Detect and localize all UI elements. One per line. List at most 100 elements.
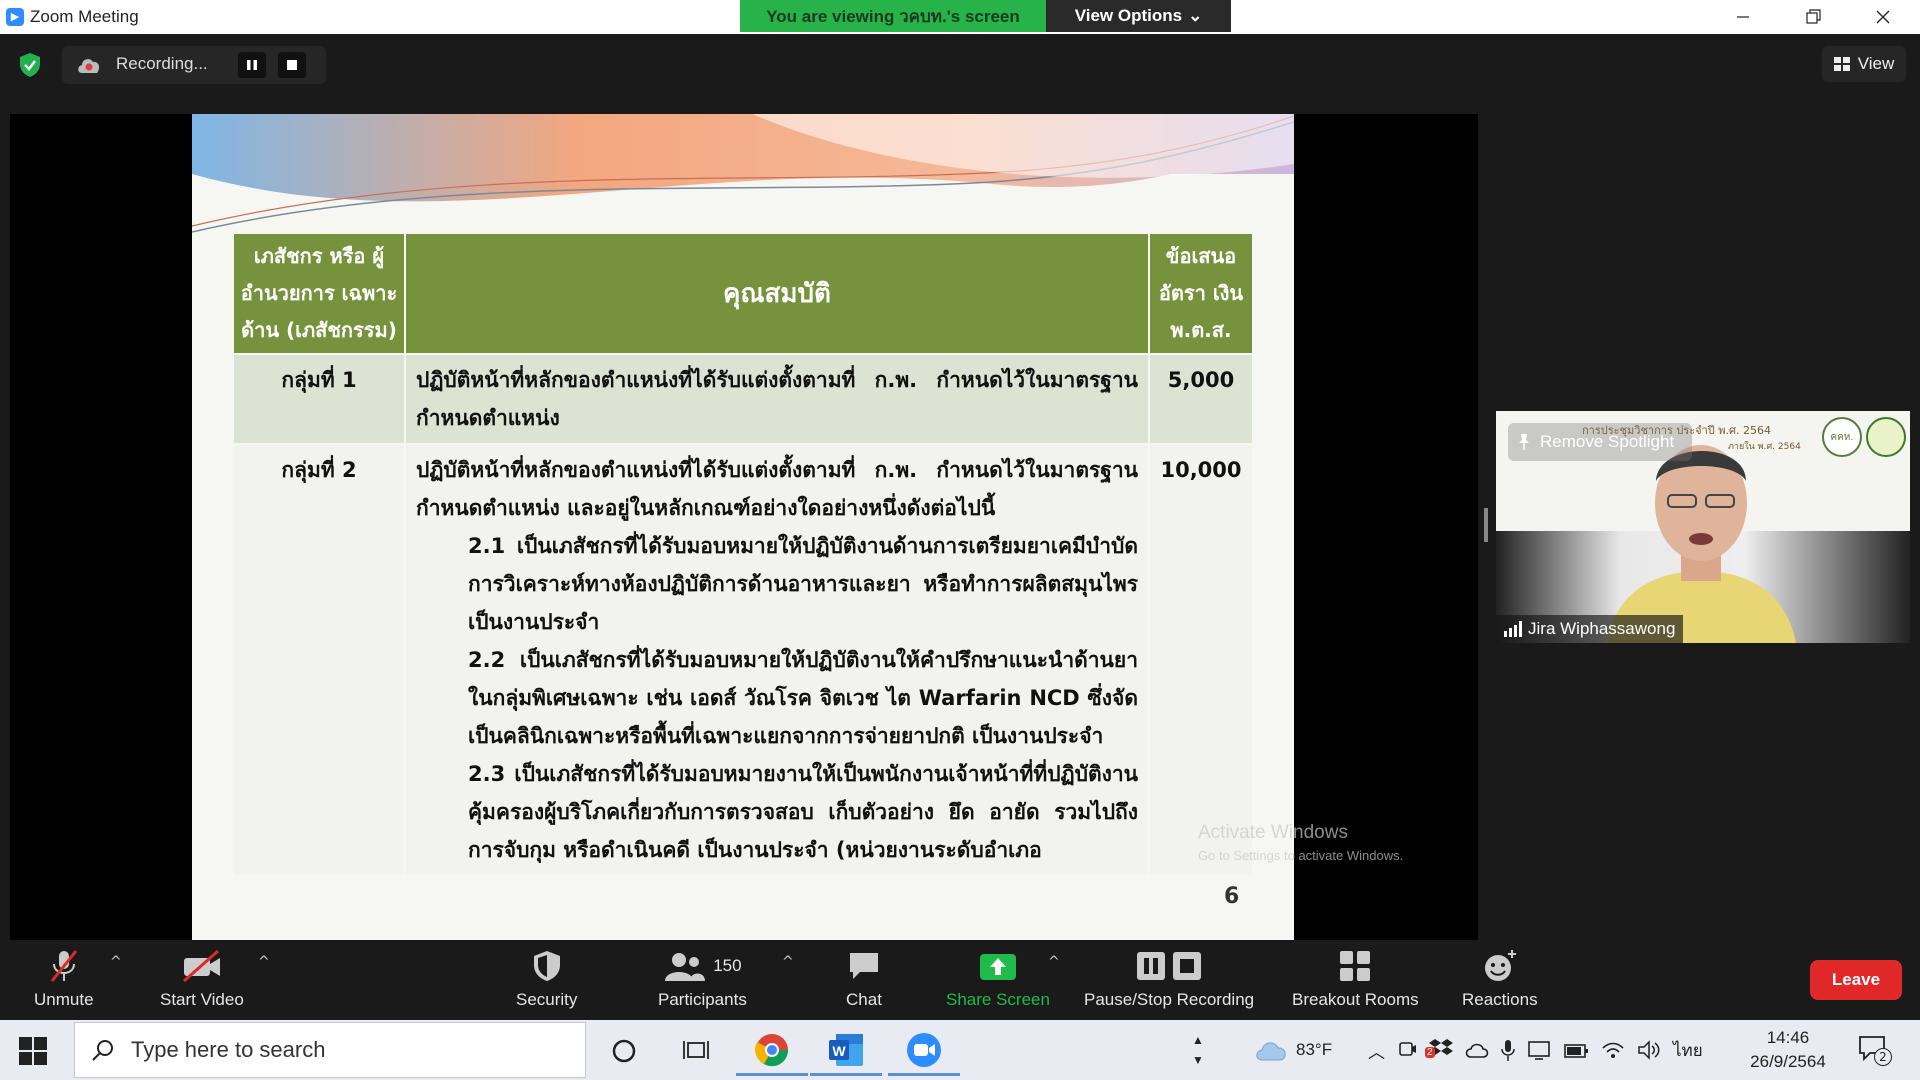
windows-taskbar: Type here to search W ▲ ▼ 83°F ︿ 2 ไทย 1… (0, 1020, 1920, 1080)
windows-start-icon[interactable] (18, 1036, 48, 1066)
shared-screen: เภสัชกร หรือ ผู้อำนวยการ เฉพาะด้าน (เภสั… (10, 114, 1478, 940)
view-label: View (1857, 54, 1895, 73)
encryption-shield-icon[interactable] (18, 52, 42, 78)
grid-view-icon (1833, 57, 1850, 71)
recording-label: Recording... (116, 54, 208, 73)
wifi-icon[interactable] (1601, 1040, 1625, 1060)
video-off-icon (182, 949, 220, 983)
close-button[interactable] (1848, 0, 1918, 34)
minimize-button[interactable] (1708, 0, 1778, 34)
leave-button[interactable]: Leave (1810, 960, 1902, 1000)
description-text: ปฏิบัติหน้าที่หลักของตำแหน่งที่ได้รับแต่… (416, 458, 1138, 520)
meeting-top-bar: Recording... View (0, 34, 1920, 114)
share-screen-button[interactable]: Share Screen (946, 948, 1050, 1018)
qualification-table: เภสัชกร หรือ ผู้อำนวยการ เฉพาะด้าน (เภสั… (232, 232, 1254, 877)
start-video-button[interactable]: Start Video (160, 948, 244, 1018)
meeting-toolbar: Unmute ^ Start Video ^ Security 150 Part… (0, 940, 1920, 1020)
share-options-caret[interactable]: ^ (1048, 954, 1060, 970)
participants-button[interactable]: 150 Participants (658, 948, 747, 1018)
group-cell: กลุ่มที่ 2 (232, 443, 406, 877)
rate-cell: 10,000 (1148, 443, 1254, 877)
temperature: 83°F (1296, 1040, 1333, 1059)
participant-name: Jira Wiphassawong (1528, 619, 1676, 638)
display-settings-icon[interactable] (1527, 1039, 1551, 1061)
close-icon (1876, 10, 1890, 24)
participant-video-tile[interactable]: การประชุมวิชาการ ประจำปี พ.ศ. 2564 ภายใน… (1496, 411, 1910, 643)
cortana-button[interactable] (588, 1026, 660, 1076)
recording-indicator: Recording... (62, 46, 326, 84)
word-icon: W (829, 1033, 863, 1066)
chevron-up-icon[interactable]: ︿ (1368, 1038, 1385, 1063)
action-center-button[interactable]: 2 (1858, 1034, 1892, 1066)
view-options-button[interactable]: View Options ⌄ (1046, 0, 1231, 32)
participant-name-tag: Jira Wiphassawong (1496, 615, 1684, 643)
header-rate: ข้อเสนอ อัตรา เงิน พ.ต.ส. (1148, 232, 1254, 355)
participants-options-caret[interactable]: ^ (782, 954, 794, 970)
watermark-title: Activate Windows (1198, 822, 1348, 843)
presentation-slide: เภสัชกร หรือ ผู้อำนวยการ เฉพาะด้าน (เภสั… (192, 114, 1294, 940)
viewing-banner: You are viewing วคบท.'s screen (740, 0, 1046, 32)
seal-logo (1866, 417, 1906, 457)
taskbar-clock[interactable]: 14:46 26/9/2564 (1740, 1026, 1836, 1074)
tray-scroll-arrows[interactable]: ▲ ▼ (1192, 1020, 1204, 1080)
stop-recording-button[interactable] (278, 52, 306, 78)
window-title: Zoom Meeting (30, 7, 139, 26)
remove-spotlight-label: Remove Spotlight (1540, 432, 1675, 451)
security-shield-icon (533, 951, 560, 981)
pause-stop-recording-button[interactable]: Pause/Stop Recording (1084, 948, 1254, 1018)
breakout-rooms-button[interactable]: Breakout Rooms (1292, 948, 1419, 1018)
dropbox-app[interactable]: 2 (1425, 1037, 1453, 1064)
weather-widget[interactable]: 83°F (1254, 1020, 1332, 1080)
onedrive-cloud-icon[interactable] (1465, 1041, 1489, 1059)
video-options-caret[interactable]: ^ (258, 954, 270, 970)
input-language[interactable]: ไทย (1673, 1037, 1703, 1064)
zoom-app-icon (907, 1032, 941, 1067)
chrome-taskbar-app[interactable] (736, 1026, 808, 1076)
sub-item: 2.2 เป็นเภสัชกรที่ได้รับมอบหมายให้ปฏิบัต… (468, 648, 1138, 748)
reactions-button[interactable]: Reactions (1462, 948, 1538, 1018)
participant-count: 150 (713, 956, 742, 975)
description-cell: ปฏิบัติหน้าที่หลักของตำแหน่งที่ได้รับแต่… (404, 443, 1150, 877)
rate-cell: 5,000 (1148, 353, 1254, 445)
title-bar: ▶ Zoom Meeting You are viewing วคบท.'s s… (0, 0, 1920, 34)
audio-options-caret[interactable]: ^ (110, 954, 122, 970)
table-row: กลุ่มที่ 2 ปฏิบัติหน้าที่หลักของตำแหน่งท… (232, 443, 1254, 877)
view-layout-button[interactable]: View (1822, 46, 1906, 82)
reactions-smiley-icon (1484, 950, 1516, 981)
chrome-icon (755, 1033, 789, 1066)
zoom-logo-icon: ▶ (6, 8, 24, 26)
participants-icon-group: 150 (663, 948, 742, 984)
pause-recording-button[interactable] (238, 52, 266, 78)
notification-count: 2 (1874, 1048, 1892, 1066)
zoom-taskbar-app[interactable] (888, 1026, 960, 1076)
panel-resize-handle[interactable] (1484, 508, 1488, 542)
sub-item: 2.1 เป็นเภสัชกรที่ได้รับมอบหมายให้ปฏิบัต… (468, 534, 1138, 634)
slide-header-wave (192, 114, 1294, 233)
word-taskbar-app[interactable]: W (810, 1026, 882, 1076)
chat-button[interactable]: Chat (846, 948, 882, 1018)
volume-icon[interactable] (1637, 1040, 1661, 1060)
slide-page-number: 6 (1224, 884, 1240, 909)
participants-icon (665, 953, 706, 981)
breakout-rooms-icon (1340, 951, 1371, 981)
search-icon (92, 1040, 113, 1061)
org-logo: คคห. (1822, 417, 1862, 457)
chat-icon (850, 953, 878, 979)
pin-icon (1519, 434, 1529, 450)
weather-cloud-icon (1256, 1042, 1286, 1061)
dropbox-badge: 2 (1425, 1046, 1435, 1058)
battery-icon[interactable] (1563, 1041, 1589, 1059)
restore-icon (1806, 9, 1821, 24)
task-view-button[interactable] (660, 1026, 732, 1076)
microphone-muted-icon (50, 950, 77, 982)
microphone-tray-icon[interactable] (1501, 1038, 1515, 1062)
security-button[interactable]: Security (516, 948, 577, 1018)
activate-windows-watermark: Activate Windows Go to Settings to activ… (1198, 822, 1403, 863)
restore-button[interactable] (1778, 0, 1848, 34)
taskbar-search-box[interactable]: Type here to search (74, 1022, 586, 1078)
stop-icon (287, 60, 297, 70)
meet-now-icon[interactable] (1397, 1039, 1417, 1061)
sub-item: 2.3 เป็นเภสัชกรที่ได้รับมอบหมายงานให้เป็… (468, 762, 1138, 862)
remove-spotlight-button[interactable]: Remove Spotlight (1508, 423, 1692, 461)
unmute-button[interactable]: Unmute (34, 948, 94, 1018)
